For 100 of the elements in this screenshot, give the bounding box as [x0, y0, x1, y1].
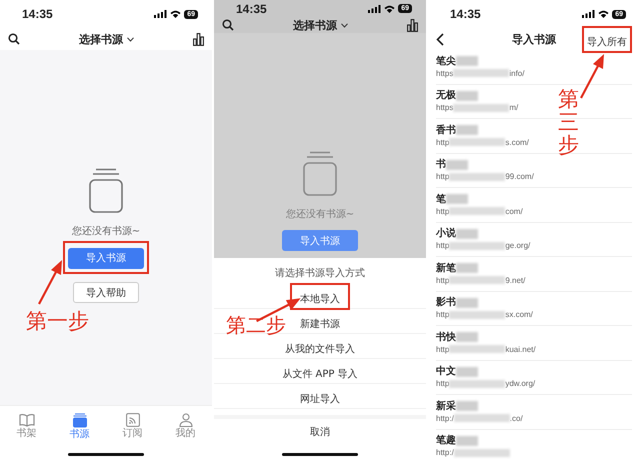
source-name: 笔	[436, 192, 446, 206]
step-annotation: 第三步	[558, 88, 579, 158]
url-suffix: sx.com/	[505, 309, 533, 320]
blur-redaction	[449, 172, 506, 181]
tab-item[interactable]: 书架	[0, 406, 53, 446]
blur-redaction	[456, 263, 478, 274]
chevron-down-icon[interactable]	[127, 36, 134, 42]
search-icon[interactable]	[8, 33, 20, 45]
blur-redaction	[456, 228, 478, 239]
import-button[interactable]: 导入书源	[68, 248, 144, 268]
source-name: 笔尖	[436, 54, 456, 68]
search-icon[interactable]	[222, 19, 234, 31]
tab-item[interactable]: 书源	[53, 406, 106, 446]
page-title: 导入书源	[512, 32, 556, 46]
import-option[interactable]: 新建书源	[300, 318, 340, 330]
url-prefix: https	[436, 68, 454, 79]
url-suffix: info/	[509, 68, 524, 79]
person-icon	[178, 413, 192, 427]
url-suffix: s.com/	[505, 136, 529, 148]
back-icon[interactable]	[436, 32, 444, 46]
blur-redaction	[456, 332, 478, 342]
cancel-option[interactable]: 取消	[310, 425, 330, 439]
signal-icon	[154, 10, 168, 18]
source-name: 笔趣	[436, 434, 456, 448]
url-prefix: https	[436, 102, 454, 114]
tab-item[interactable]: 我的	[159, 406, 212, 446]
blur-redaction	[453, 69, 510, 78]
blur-redaction	[456, 298, 478, 308]
blur-redaction	[449, 138, 506, 146]
blur-redaction	[456, 366, 478, 377]
blur-redaction	[456, 436, 478, 446]
url-prefix: http	[436, 309, 450, 320]
blur-redaction	[449, 310, 506, 319]
url-prefix: http:/	[436, 447, 454, 458]
import-option[interactable]: 从我的文件导入	[285, 344, 355, 354]
url-prefix: http	[436, 274, 450, 286]
blur-redaction	[454, 448, 510, 457]
blur-redaction	[449, 207, 506, 216]
empty-box-icon	[302, 150, 338, 196]
status-time: 14:35	[450, 7, 481, 21]
signal-icon	[582, 10, 596, 18]
import-option[interactable]: 网址导入	[300, 394, 340, 404]
blur-redaction	[449, 345, 506, 354]
import-all-link[interactable]: 导入所有	[587, 36, 627, 48]
import-option[interactable]: 本地导入	[300, 294, 340, 304]
url-suffix: m/	[509, 102, 518, 114]
source-selector-title[interactable]: 选择书源	[79, 32, 123, 46]
import-option[interactable]: 从文件 APP 导入	[282, 368, 358, 380]
url-suffix: com/	[505, 206, 523, 217]
blur-redaction	[454, 414, 510, 422]
empty-message: 您还没有书源~	[72, 224, 140, 238]
source-name: 影书	[436, 296, 456, 310]
chevron-down-icon[interactable]	[341, 22, 348, 28]
open-book-icon	[18, 413, 34, 427]
rss-feed-icon	[126, 413, 140, 427]
url-prefix: http	[436, 240, 450, 252]
bar-chart-icon[interactable]	[193, 32, 204, 46]
tab-item[interactable]: 订阅	[106, 406, 159, 446]
url-prefix: http	[436, 344, 450, 355]
wifi-icon	[384, 4, 396, 13]
url-suffix: kuai.net/	[505, 344, 536, 355]
blur-redaction	[456, 401, 478, 412]
wifi-icon	[170, 10, 182, 18]
source-name: 书快	[436, 330, 456, 344]
blur-redaction	[446, 194, 468, 204]
blur-redaction	[456, 125, 478, 136]
url-suffix: 99.com/	[505, 171, 534, 182]
status-time: 14:35	[236, 2, 267, 16]
source-name: 香书	[436, 124, 456, 137]
url-prefix: http	[436, 136, 450, 148]
stack-icon	[72, 412, 88, 428]
blur-redaction	[449, 242, 506, 250]
empty-message: 您还没有书源~	[286, 208, 354, 220]
blur-redaction	[456, 90, 478, 101]
url-suffix: ge.org/	[505, 240, 530, 252]
blur-redaction	[449, 276, 506, 284]
url-prefix: http	[436, 206, 450, 217]
source-name: 书	[436, 158, 446, 172]
blur-redaction	[456, 56, 478, 66]
sheet-title: 请选择书源导入方式	[275, 266, 365, 280]
import-button[interactable]: 导入帮助	[73, 282, 139, 303]
source-name: 新笔	[436, 262, 456, 275]
blur-redaction	[446, 160, 468, 170]
source-name: 小说	[436, 227, 456, 240]
source-name: 新采	[436, 400, 456, 413]
status-time: 14:35	[22, 7, 53, 21]
bar-chart-icon[interactable]	[407, 18, 418, 32]
url-prefix: http	[436, 171, 450, 182]
url-prefix: http:/	[436, 412, 454, 424]
empty-box-icon	[88, 168, 124, 214]
source-name: 中文	[436, 365, 456, 378]
url-suffix: .co/	[510, 412, 523, 424]
blur-redaction	[449, 380, 506, 388]
url-prefix: http	[436, 378, 450, 390]
signal-icon	[368, 4, 382, 13]
source-name: 无极	[436, 89, 456, 102]
url-suffix: ydw.org/	[505, 378, 536, 390]
wifi-icon	[598, 10, 610, 18]
blur-redaction	[453, 104, 510, 112]
step-annotation: 第一步	[26, 310, 89, 334]
